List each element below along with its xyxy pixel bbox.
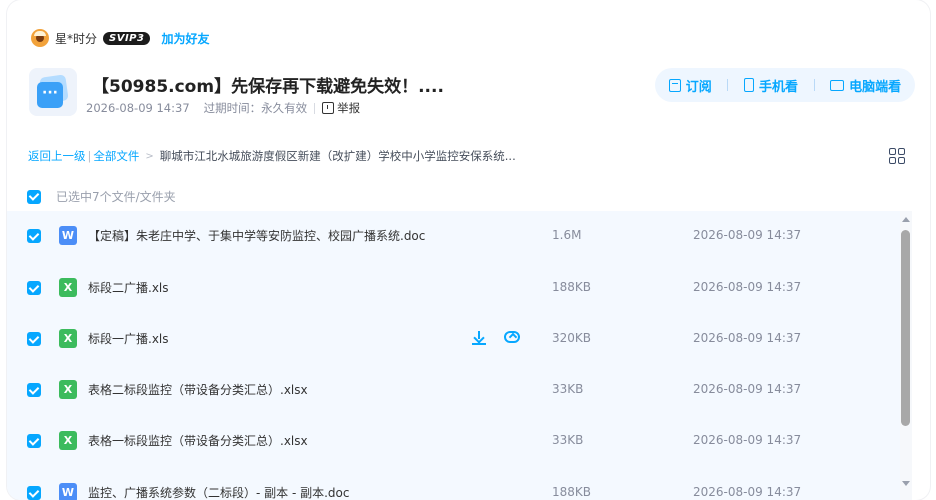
share-meta: 2026-08-09 14:37 过期时间：永久有效 举报 [86, 100, 360, 116]
subscribe-icon [668, 78, 681, 92]
all-files-link[interactable]: 全部文件 [93, 148, 139, 164]
pc-view-label: 电脑端看 [849, 79, 902, 95]
file-size: 188KB [552, 280, 592, 294]
avatar[interactable] [31, 29, 49, 47]
share-card: 星*时分 SVIP3 加为好友 ··· 【50985.com】先保存再下载避免失… [7, 0, 930, 500]
file-size: 320KB [552, 331, 592, 345]
save-to-cloud-icon[interactable] [504, 331, 520, 343]
row-checkbox[interactable] [27, 332, 41, 346]
row-checkbox[interactable] [27, 486, 41, 500]
file-name[interactable]: 【定稿】朱老庄中学、于集中学等安防监控、校园广播系统.doc [88, 227, 425, 244]
excel-file-icon: X [59, 329, 77, 348]
folder-front-shape: ··· [37, 82, 63, 108]
scroll-up-icon[interactable] [902, 217, 910, 222]
file-date: 2026-08-09 14:37 [693, 280, 802, 294]
row-checkbox[interactable] [27, 229, 41, 243]
file-size: 33KB [552, 433, 584, 447]
row-checkbox[interactable] [27, 281, 41, 295]
user-row: 星*时分 SVIP3 加为好友 [31, 28, 209, 48]
back-link[interactable]: 返回上一级 [28, 148, 86, 164]
report-icon [322, 102, 335, 114]
mobile-view-label: 手机看 [758, 79, 798, 95]
table-row[interactable]: X 表格一标段监控（带设备分类汇总）.xlsx 33KB 2026-08-09 … [7, 416, 900, 466]
table-row[interactable]: X 表格二标段监控（带设备分类汇总）.xlsx 33KB 2026-08-09 … [7, 365, 900, 415]
scrollbar[interactable] [900, 211, 912, 500]
selection-count: 已选中7个文件/文件夹 [56, 190, 176, 204]
row-checkbox[interactable] [27, 383, 41, 397]
table-row[interactable]: X 标段二广播.xls 188KB 2026-08-09 14:37 [7, 263, 900, 313]
current-folder: 聊城市江北水城旅游度假区新建（改扩建）学校中小学监控安保系统... [159, 149, 516, 163]
file-name[interactable]: 表格二标段监控（带设备分类汇总）.xlsx [88, 381, 308, 398]
shared-folder-icon: ··· [29, 68, 77, 116]
view-actions: 订阅 手机看 电脑端看 [655, 68, 915, 102]
username[interactable]: 星*时分 [55, 30, 97, 47]
excel-file-icon: X [59, 431, 77, 450]
file-name[interactable]: 标段一广播.xls [88, 330, 169, 347]
file-date: 2026-08-09 14:37 [693, 433, 802, 447]
expire-time: 过期时间：永久有效 [203, 101, 308, 115]
file-name[interactable]: 标段二广播.xls [88, 279, 169, 296]
row-checkbox[interactable] [27, 434, 41, 448]
add-friend-link[interactable]: 加为好友 [161, 30, 209, 47]
breadcrumb: 返回上一级 | 全部文件 > 聊城市江北水城旅游度假区新建（改扩建）学校中小学监… [28, 148, 516, 164]
scrollbar-thumb[interactable] [901, 230, 910, 426]
file-date: 2026-08-09 14:37 [693, 228, 802, 242]
file-size: 33KB [552, 382, 584, 396]
mobile-view-button[interactable]: 手机看 [743, 76, 798, 95]
excel-file-icon: X [59, 278, 77, 297]
meta-divider [314, 102, 316, 114]
monitor-icon [830, 79, 845, 91]
phone-icon [743, 78, 754, 92]
table-row[interactable]: W 监控、广播系统参数（二标段）- 副本 - 副本.doc 188KB 2026… [7, 468, 900, 500]
select-all-row: 已选中7个文件/文件夹 [27, 188, 176, 205]
file-date: 2026-08-09 14:37 [693, 331, 802, 345]
pc-view-button[interactable]: 电脑端看 [830, 76, 901, 95]
share-date: 2026-08-09 14:37 [86, 101, 190, 115]
excel-file-icon: X [59, 380, 77, 399]
grid-view-icon[interactable] [889, 148, 905, 164]
word-file-icon: W [59, 483, 77, 500]
download-icon[interactable] [472, 330, 486, 346]
file-name[interactable]: 表格一标段监控（带设备分类汇总）.xlsx [88, 432, 308, 449]
file-list: W 【定稿】朱老庄中学、于集中学等安防监控、校园广播系统.doc 1.6M 20… [7, 211, 900, 500]
select-all-checkbox[interactable] [27, 189, 41, 204]
subscribe-button[interactable]: 订阅 [668, 76, 712, 95]
report-label: 举报 [337, 101, 361, 115]
chevron-right-icon: > [145, 150, 154, 162]
subscribe-label: 订阅 [685, 79, 712, 95]
file-size: 1.6M [552, 228, 582, 242]
vip-badge: SVIP3 [103, 31, 151, 45]
file-date: 2026-08-09 14:37 [693, 485, 802, 499]
file-size: 188KB [552, 485, 592, 499]
table-row[interactable]: W 【定稿】朱老庄中学、于集中学等安防监控、校园广播系统.doc 1.6M 20… [7, 211, 900, 261]
file-name[interactable]: 监控、广播系统参数（二标段）- 副本 - 副本.doc [88, 484, 349, 500]
report-button[interactable]: 举报 [322, 100, 360, 116]
share-title: 【50985.com】先保存再下载避免失效！.... [92, 77, 444, 97]
file-date: 2026-08-09 14:37 [693, 382, 802, 396]
scroll-down-icon[interactable] [902, 481, 910, 486]
table-row[interactable]: X 标段一广播.xls 320KB 2026-08-09 14:37 [7, 314, 900, 364]
word-file-icon: W [59, 226, 77, 245]
